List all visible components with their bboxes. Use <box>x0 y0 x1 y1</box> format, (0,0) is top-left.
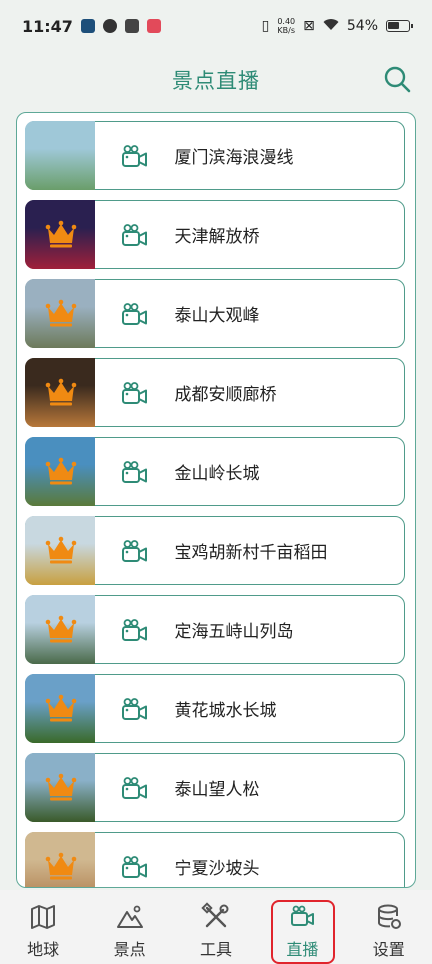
wifi-icon <box>323 18 339 35</box>
vip-crown-icon <box>45 536 76 564</box>
database-settings-icon <box>377 904 401 929</box>
scenic-thumbnail <box>24 437 95 506</box>
battery-percent: 54% <box>346 18 378 34</box>
tab-label: 地球 <box>27 940 60 959</box>
scenic-thumbnail <box>24 279 95 348</box>
net-speed: 0.40 KB/s <box>277 17 295 35</box>
live-list-item[interactable]: 泰山望人松 <box>24 753 405 822</box>
scenic-thumbnail <box>24 753 95 822</box>
video-camera-icon <box>121 618 147 641</box>
map-icon <box>31 905 56 929</box>
live-item-label: 宝鸡胡新村千亩稻田 <box>174 543 328 563</box>
live-list-item[interactable]: 宁夏沙坡头 <box>24 832 405 887</box>
live-item-label: 金山岭长城 <box>174 464 260 484</box>
vip-crown-icon <box>45 299 76 327</box>
status-left: 11:47 <box>22 17 161 36</box>
scenic-thumbnail <box>24 200 95 269</box>
battery-icon <box>386 20 413 32</box>
live-list-item[interactable]: 定海五峙山列岛 <box>24 595 405 664</box>
live-list-item[interactable]: 黄花城水长城 <box>24 674 405 743</box>
live-list-panel: 厦门滨海浪漫线 天津解放桥泰山大观峰成都安顺廊桥 金山岭长城宝鸡胡新村千亩稻田 定海五… <box>16 112 416 888</box>
live-item-label: 成都安顺廊桥 <box>174 385 277 405</box>
live-item-label: 泰山大观峰 <box>174 306 260 326</box>
live-item-label: 天津解放桥 <box>174 227 260 247</box>
app-notification-icon <box>80 19 95 33</box>
status-bar: 11:47 ▯ 0.40 KB/s ⊠ 54% <box>0 0 432 52</box>
live-list-item[interactable]: 厦门滨海浪漫线 <box>24 121 405 190</box>
tab-label: 工具 <box>199 940 232 959</box>
tools-icon <box>201 902 229 928</box>
net-speed-unit: KB/s <box>277 26 296 35</box>
vip-crown-icon <box>45 773 76 801</box>
net-speed-value: 0.40 <box>277 17 296 26</box>
video-camera-icon <box>121 381 147 404</box>
live-list-item[interactable]: 泰山大观峰 <box>24 279 405 348</box>
app-notification-icon <box>102 19 117 33</box>
live-list-item[interactable]: 成都安顺廊桥 <box>24 358 405 427</box>
live-item-label: 定海五峙山列岛 <box>174 622 294 642</box>
mountain-icon <box>116 905 143 928</box>
tab-earth[interactable]: 地球 <box>8 902 78 960</box>
message-icon <box>124 19 139 33</box>
tab-settings[interactable]: 设置 <box>354 902 424 960</box>
video-camera-icon <box>121 855 147 878</box>
search-icon[interactable] <box>382 64 412 94</box>
live-item-label: 宁夏沙坡头 <box>174 859 260 879</box>
app-notification-icon <box>146 19 161 33</box>
tab-scenic[interactable]: 景点 <box>95 902 165 960</box>
video-camera-icon <box>121 144 147 167</box>
scenic-thumbnail <box>24 516 95 585</box>
header: 景点直播 <box>0 52 432 108</box>
video-camera-icon <box>121 460 147 483</box>
video-camera-icon <box>121 302 147 325</box>
video-camera-icon <box>121 697 147 720</box>
live-list-item[interactable]: 金山岭长城 <box>24 437 405 506</box>
scenic-thumbnail <box>24 121 95 190</box>
active-tab-highlight <box>271 900 335 964</box>
vip-crown-icon <box>45 220 76 248</box>
live-list: 厦门滨海浪漫线 天津解放桥泰山大观峰成都安顺廊桥 金山岭长城宝鸡胡新村千亩稻田 定海五… <box>24 121 407 887</box>
status-right: ▯ 0.40 KB/s ⊠ 54% <box>261 17 413 35</box>
page-title: 景点直播 <box>172 69 260 93</box>
tab-tools[interactable]: 工具 <box>181 902 251 960</box>
video-camera-icon <box>121 223 147 246</box>
vip-crown-icon <box>45 852 76 880</box>
vip-crown-icon <box>45 378 76 406</box>
vip-crown-icon <box>45 457 76 485</box>
vibrate-icon: ▯ <box>261 18 270 34</box>
vip-crown-icon <box>45 694 76 722</box>
status-time: 11:47 <box>22 16 73 36</box>
sim-off-icon: ⊠ <box>303 18 315 34</box>
vip-crown-icon <box>45 615 76 643</box>
tab-label: 景点 <box>113 940 146 959</box>
video-camera-icon <box>121 539 147 562</box>
scenic-thumbnail <box>24 832 95 887</box>
bottom-tab-bar: 地球 景点 工具 直播 设置 <box>0 890 432 964</box>
live-list-item[interactable]: 天津解放桥 <box>24 200 405 269</box>
video-camera-icon <box>121 776 147 799</box>
tab-label: 设置 <box>372 940 405 959</box>
scenic-thumbnail <box>24 595 95 664</box>
live-list-item[interactable]: 宝鸡胡新村千亩稻田 <box>24 516 405 585</box>
live-item-label: 泰山望人松 <box>174 780 260 800</box>
live-item-label: 黄花城水长城 <box>174 701 277 721</box>
scenic-thumbnail <box>24 358 95 427</box>
scenic-thumbnail <box>24 674 95 743</box>
live-item-label: 厦门滨海浪漫线 <box>174 148 294 168</box>
